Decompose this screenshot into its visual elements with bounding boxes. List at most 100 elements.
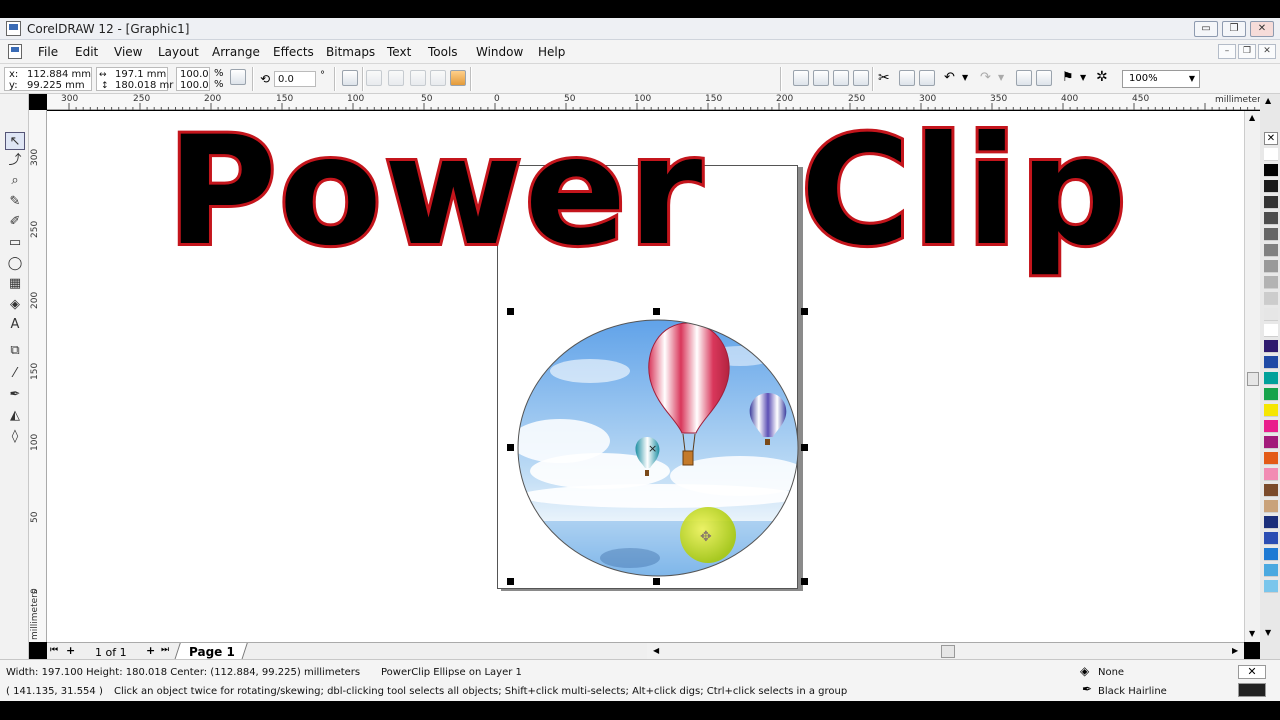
palette-swatch[interactable] — [1264, 228, 1278, 241]
scroll-down-icon[interactable]: ▼ — [1249, 629, 1255, 638]
scale-y-field[interactable]: 100.0 — [180, 80, 209, 92]
convert-to-curves-icon[interactable] — [430, 70, 446, 86]
new-document-icon[interactable] — [793, 70, 809, 86]
print-icon[interactable] — [853, 70, 869, 86]
selection-handle-s[interactable] — [653, 578, 660, 585]
vertical-ruler[interactable]: 300 250 200 150 100 50 0 millimeters — [29, 110, 47, 642]
interactive-fill-tool-icon[interactable]: ◊ — [5, 428, 25, 446]
palette-scroll-up-icon[interactable]: ▲ — [1265, 96, 1271, 105]
selection-handle-sw[interactable] — [507, 578, 514, 585]
horizontal-scrollbar[interactable]: ◀ ▶ — [647, 642, 1244, 660]
corel-online-icon[interactable]: ✲ — [1096, 69, 1108, 85]
save-icon[interactable] — [833, 70, 849, 86]
undo-dropdown-icon[interactable]: ▼ — [962, 73, 968, 82]
palette-swatch[interactable] — [1264, 404, 1278, 417]
rotation-field[interactable]: 0.0 — [274, 71, 316, 87]
palette-swatch[interactable] — [1264, 164, 1278, 177]
palette-swatch[interactable] — [1264, 244, 1278, 257]
freehand-tool-icon[interactable]: ✎ — [5, 193, 25, 211]
palette-swatch[interactable] — [1264, 372, 1278, 385]
y-position-field[interactable]: 99.225 mm — [27, 80, 85, 92]
menu-window[interactable]: Window — [476, 45, 523, 59]
height-field[interactable]: 180.018 mr — [115, 80, 173, 92]
fill-color-swatch[interactable]: ✕ — [1238, 665, 1266, 679]
align-center-icon[interactable] — [388, 70, 404, 86]
shape-tool-icon[interactable]: ⤴ — [5, 152, 25, 170]
vertical-scrollbar[interactable]: ▲ ▼ — [1244, 111, 1260, 642]
palette-scroll-down-icon[interactable]: ▼ — [1265, 628, 1271, 637]
selection-handle-nw[interactable] — [507, 308, 514, 315]
export-icon[interactable] — [1036, 70, 1052, 86]
doc-close-button[interactable]: ✕ — [1258, 44, 1276, 59]
copy-icon[interactable] — [899, 70, 915, 86]
palette-swatch[interactable] — [1264, 580, 1278, 593]
pick-tool-icon[interactable]: ↖ — [5, 132, 25, 150]
menu-tools[interactable]: Tools — [428, 45, 458, 59]
palette-swatch[interactable] — [1264, 388, 1278, 401]
selection-handle-se[interactable] — [801, 578, 808, 585]
paste-icon[interactable] — [919, 70, 935, 86]
palette-swatch[interactable] — [1264, 516, 1278, 529]
import-icon[interactable] — [1016, 70, 1032, 86]
application-launcher-icon[interactable]: ⚑ — [1062, 70, 1074, 85]
selection-handle-w[interactable] — [507, 444, 514, 451]
scroll-thumb[interactable] — [1247, 372, 1259, 386]
palette-swatch[interactable] — [1264, 276, 1278, 289]
palette-swatch[interactable] — [1264, 324, 1278, 337]
minimize-button[interactable]: ▭ — [1194, 21, 1218, 37]
text-tool-icon[interactable]: A — [5, 316, 25, 334]
basic-shapes-tool-icon[interactable]: ◈ — [5, 296, 25, 314]
outline-tool-icon[interactable]: ✒ — [5, 386, 25, 404]
scroll-right-icon[interactable]: ▶ — [1232, 646, 1238, 655]
smart-fill-tool-icon[interactable]: ✐ — [5, 213, 25, 231]
cut-icon[interactable]: ✂ — [878, 70, 890, 86]
palette-swatch[interactable] — [1264, 452, 1278, 465]
menu-edit[interactable]: Edit — [75, 45, 98, 59]
no-color-swatch[interactable]: ✕ — [1264, 132, 1278, 145]
add-page-after-icon[interactable]: + — [146, 644, 155, 657]
drawing-canvas[interactable]: Power Clip × ✥ — [47, 111, 1244, 642]
powerclip-heading[interactable]: Power Clip — [164, 114, 1130, 270]
zoom-tool-icon[interactable]: ⌕ — [5, 172, 25, 190]
fill-tool-icon[interactable]: ◭ — [5, 407, 25, 425]
palette-swatch[interactable] — [1264, 500, 1278, 513]
palette-swatch[interactable] — [1264, 148, 1278, 161]
hscroll-thumb[interactable] — [941, 645, 955, 658]
scroll-left-icon[interactable]: ◀ — [653, 646, 659, 655]
rectangle-tool-icon[interactable]: ▭ — [5, 234, 25, 252]
palette-swatch[interactable] — [1264, 436, 1278, 449]
doc-restore-button[interactable]: ❐ — [1238, 44, 1256, 59]
mirror-icon[interactable] — [342, 70, 358, 86]
doc-minimize-button[interactable]: – — [1218, 44, 1236, 59]
first-page-icon[interactable]: ⏮ — [50, 645, 58, 655]
polygon-tool-icon[interactable]: ▦ — [5, 275, 25, 293]
launcher-dropdown-icon[interactable]: ▼ — [1080, 73, 1086, 82]
selection-handle-e[interactable] — [801, 444, 808, 451]
redo-icon[interactable]: ↷ — [980, 70, 991, 85]
menu-effects[interactable]: Effects — [273, 45, 314, 59]
align-right-icon[interactable] — [410, 70, 426, 86]
palette-swatch[interactable] — [1264, 356, 1278, 369]
wrap-text-icon[interactable] — [450, 70, 466, 86]
open-icon[interactable] — [813, 70, 829, 86]
palette-swatch[interactable] — [1264, 212, 1278, 225]
menu-text[interactable]: Text — [387, 45, 411, 59]
powerclip-ellipse[interactable]: × ✥ — [510, 311, 810, 591]
palette-swatch[interactable] — [1264, 564, 1278, 577]
palette-swatch[interactable] — [1264, 532, 1278, 545]
palette-swatch[interactable] — [1264, 292, 1278, 305]
eyedropper-tool-icon[interactable]: ⁄ — [5, 365, 25, 383]
palette-swatch[interactable] — [1264, 340, 1278, 353]
palette-swatch[interactable] — [1264, 260, 1278, 273]
undo-icon[interactable]: ↶ — [944, 70, 955, 85]
align-left-icon[interactable] — [366, 70, 382, 86]
last-page-icon[interactable]: ⏭ — [161, 645, 169, 655]
menu-layout[interactable]: Layout — [158, 45, 199, 59]
restore-button[interactable]: ❐ — [1222, 21, 1246, 37]
palette-swatch[interactable] — [1264, 484, 1278, 497]
ellipse-tool-icon[interactable]: ◯ — [5, 255, 25, 273]
menu-arrange[interactable]: Arrange — [212, 45, 260, 59]
palette-swatch[interactable] — [1264, 468, 1278, 481]
menu-file[interactable]: File — [38, 45, 58, 59]
palette-swatch[interactable] — [1264, 548, 1278, 561]
